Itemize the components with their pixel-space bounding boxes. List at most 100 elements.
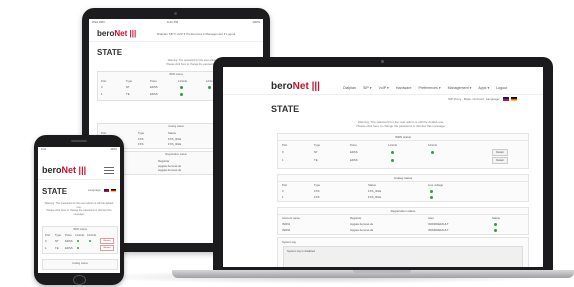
col-status: Status [368, 183, 376, 187]
analog-panel: Analog status [42, 259, 118, 270]
col-type: Type [138, 131, 145, 135]
tablet-camera [174, 12, 177, 15]
status-battery: 100% [252, 20, 260, 24]
cell-port: 0 [282, 150, 284, 154]
cell-user: ISDN0DEFAULT [428, 228, 449, 232]
warning-line-2[interactable]: Please click here to change the password… [43, 209, 115, 216]
status-battery: 100% [110, 148, 117, 151]
cell-account: ISDN1 [282, 222, 291, 226]
col-type: Type [126, 79, 133, 83]
isdn-panel: ISDN status Port Type Proto L1/Link L2/L… [277, 133, 529, 169]
warning-message: Warning: The password for the user admin… [331, 120, 471, 128]
warning-line-2[interactable]: Please click here to change the password… [331, 124, 471, 128]
divider [223, 94, 543, 95]
cell-status: FXS_IDLE [168, 137, 182, 141]
col-l2: L2/Link [87, 233, 97, 237]
nav-voip[interactable]: VoIP ▾ [379, 86, 389, 90]
cell-status: FXS_IDLE [168, 142, 182, 146]
cell-port: 0 [101, 85, 103, 89]
logo-brand: Net [292, 81, 309, 92]
cell-user: ISDN0DEFAULT [428, 222, 449, 226]
col-registrar: Registrar [350, 216, 362, 220]
restart-button[interactable]: Restart [100, 245, 114, 251]
sub-bar: SIP Proxy · Bope / Account Language: [448, 97, 517, 102]
status-ok-icon [430, 190, 433, 193]
flag-de-icon[interactable] [510, 97, 517, 102]
cell-type: NT [126, 85, 130, 89]
logo[interactable]: beroNet ||| [271, 81, 320, 92]
restart-button[interactable]: Restart [100, 238, 114, 244]
isdn-title: ISDN status [278, 134, 528, 141]
logo-mark: ||| [129, 29, 137, 38]
nav-voip[interactable]: VoIP ▾ [177, 32, 186, 36]
col-voltage: Line voltage [428, 183, 444, 187]
cell-port: 1 [282, 195, 284, 199]
cell-proto: EDSS [65, 246, 73, 250]
cell-registrar: sipgate.beronet.de [350, 228, 374, 232]
cell-registrar: sipgate.beronet.de [350, 222, 374, 226]
hamburger-menu-icon[interactable] [104, 167, 114, 174]
logo-brand: Net [61, 165, 77, 175]
col-account: Account name [282, 216, 300, 220]
col-l2: L2/Link [428, 143, 438, 147]
logo[interactable]: beroNet ||| [42, 165, 86, 175]
language-label: Language: [485, 97, 500, 101]
cell-type: TE [55, 246, 59, 250]
logo[interactable]: beroNet ||| [97, 29, 136, 38]
flag-de-icon[interactable] [111, 188, 117, 192]
nav-apps[interactable]: Apps ▾ [478, 86, 489, 90]
col-status: Status [168, 131, 176, 135]
status-ok-icon [77, 247, 79, 249]
col-status: Status [492, 216, 500, 220]
registration-title: Registration status [278, 208, 528, 215]
logo-text: bero [42, 165, 62, 175]
laptop-notch [353, 270, 411, 273]
cell-account: ISDN2 [282, 228, 291, 232]
sip-proxy-link[interactable]: SIP Proxy · Bope / Account [448, 97, 484, 101]
cell-proto: EDSS [350, 150, 358, 154]
status-ok-icon [431, 151, 434, 154]
system-log-textarea[interactable]: System log is disabled [283, 246, 523, 267]
cell-port: 1 [45, 246, 47, 250]
restart-button[interactable]: Restart [492, 157, 508, 164]
status-ok-icon [391, 151, 394, 154]
nav-preferences[interactable]: Preferences ▾ [418, 86, 440, 90]
nav-logout[interactable]: Logout [496, 86, 507, 90]
nav-management[interactable]: Management ▾ [448, 86, 472, 90]
logo-mark: ||| [78, 165, 87, 175]
divider [38, 179, 120, 180]
flag-en-icon[interactable] [502, 97, 509, 102]
col-proto: Proto [65, 233, 72, 237]
flag-en-icon[interactable] [104, 188, 110, 192]
nav-logout[interactable]: Logout [226, 32, 235, 36]
nav-hardware[interactable]: Hardware [396, 86, 412, 90]
status-time: 9:41 PM [167, 20, 179, 24]
col-l1: L1/Link [388, 143, 398, 147]
col-port: Port [282, 143, 288, 147]
system-log-text: System log is disabled [287, 249, 315, 253]
cell-port: 1 [282, 158, 284, 162]
tablet-status-bar: iPad WiFi 9:41 PM 100% [89, 19, 263, 25]
page-title: STATE [97, 48, 123, 57]
system-log-title: System log [282, 240, 296, 244]
cell-type: NT [314, 150, 318, 154]
tablet-nav: Dialplan SIP ▾ VoIP ▾ Preferences ▾ Mana… [157, 32, 235, 36]
cell-type: FXS [314, 195, 320, 199]
restart-button[interactable]: Restart [492, 149, 508, 156]
divider [89, 41, 263, 42]
nav-preferences[interactable]: Preferences ▾ [186, 32, 205, 36]
phone-home-button[interactable] [73, 275, 86, 285]
nav-dialplan[interactable]: Dialplan [157, 32, 168, 36]
logo-mark: ||| [311, 81, 320, 92]
cell-type: FXS [138, 142, 144, 146]
nav-management[interactable]: Management ▾ [205, 32, 225, 36]
nav-sip[interactable]: SIP ▾ [363, 86, 372, 90]
cell-port: 0 [282, 189, 284, 193]
cell-proto: EDSS [65, 239, 73, 243]
logo-text: bero [271, 81, 293, 92]
col-port: Port [101, 79, 107, 83]
col-type: Type [55, 233, 62, 237]
status-time: 9:41 [41, 148, 47, 151]
nav-sip[interactable]: SIP ▾ [169, 32, 176, 36]
nav-dialplan[interactable]: Dialplan [343, 86, 356, 90]
